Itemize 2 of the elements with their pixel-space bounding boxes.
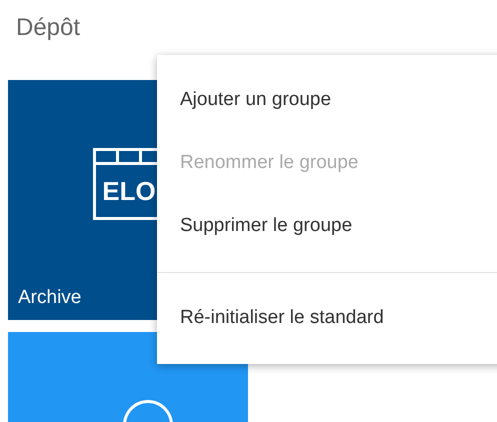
page-title: Dépôt bbox=[16, 13, 80, 43]
tile-label: Archive bbox=[18, 286, 82, 310]
